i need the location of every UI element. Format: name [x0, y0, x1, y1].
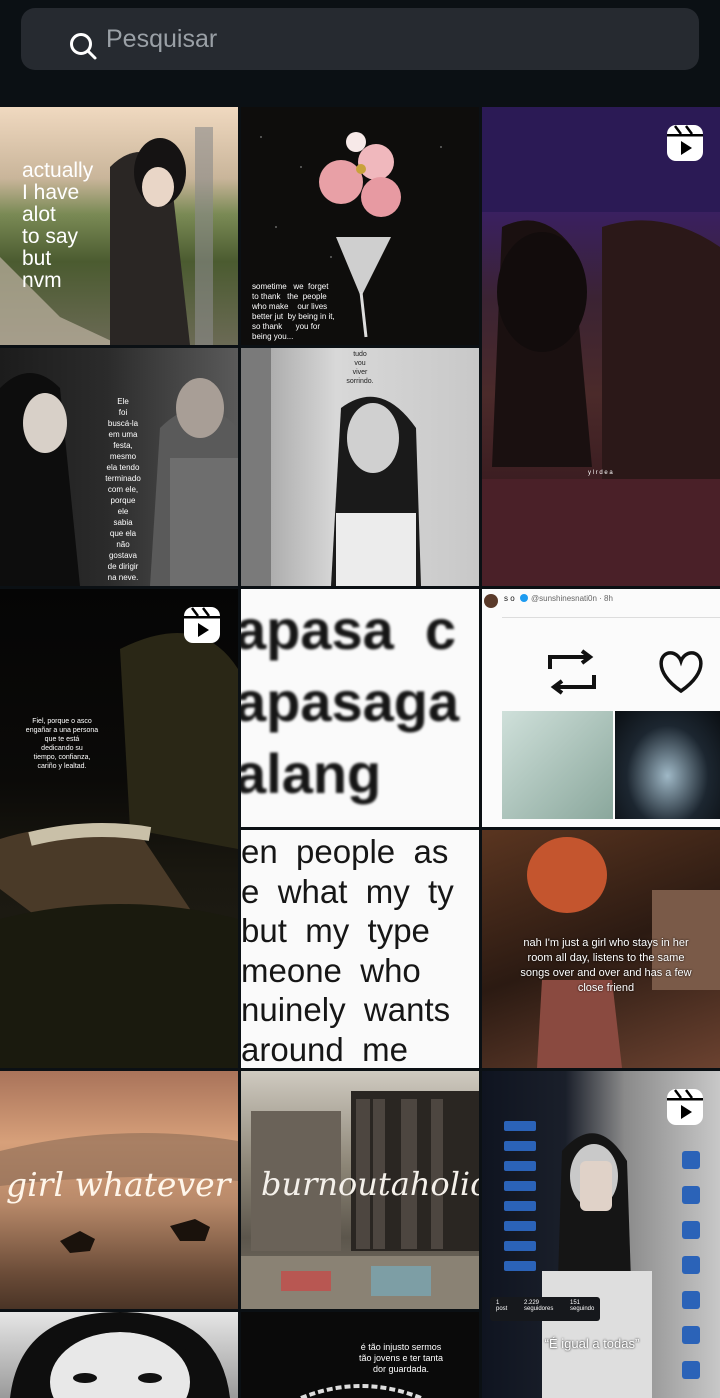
grid-post[interactable] — [0, 1312, 238, 1398]
post-image — [615, 711, 720, 819]
repost-icon — [548, 649, 596, 695]
post-caption: Ele foi buscá-la em uma festa, mesmo ela… — [105, 397, 141, 582]
avatar — [484, 594, 498, 608]
grid-reel[interactable]: y l r d e a — [482, 107, 720, 586]
top-bar — [0, 0, 720, 106]
post-image — [482, 107, 720, 586]
search-icon — [70, 33, 97, 60]
post-caption: apasa c apasaga alang — [241, 598, 460, 805]
grid-reel[interactable]: 1 post 2.229 seguidores 151 seguindo “É … — [482, 1071, 720, 1398]
post-caption: burnoutaholic — [261, 1165, 479, 1203]
post-caption: tudo vou viver sorrindo. — [346, 351, 374, 385]
search-input[interactable] — [106, 20, 666, 58]
grid-post[interactable]: apasa c apasaga alang — [241, 589, 479, 827]
post-caption: sometime we forget to thank the people w… — [252, 282, 335, 341]
post-image — [300, 1384, 422, 1398]
reel-icon — [667, 1089, 703, 1125]
post-caption: Fiel, porque o asco engañar a una person… — [25, 718, 99, 770]
grid-post[interactable]: burnoutaholic — [241, 1071, 479, 1309]
grid-post[interactable]: girl whatever — [0, 1071, 238, 1309]
search-bar[interactable] — [21, 8, 699, 70]
post-image — [502, 711, 613, 819]
grid-post[interactable]: en people as e what my ty but my type me… — [241, 830, 479, 1068]
grid-post[interactable]: s o @sunshinesnati0n · 8h — [482, 589, 720, 827]
grid-post[interactable]: é tão injusto sermos tão jovens e ter ta… — [241, 1312, 479, 1398]
post-image — [10, 1312, 230, 1398]
profile-stats: 1 post 2.229 seguidores 151 seguindo — [490, 1297, 600, 1321]
post-caption: en people as e what my ty but my type me… — [241, 833, 454, 1068]
post-caption: “É igual a todas” — [544, 1336, 640, 1351]
grid-post[interactable]: sometime we forget to thank the people w… — [241, 107, 479, 345]
post-caption: actually I have alot to say but nvm — [22, 159, 94, 292]
grid-post[interactable]: Ele foi buscá-la em uma festa, mesmo ela… — [0, 348, 238, 586]
post-caption: nah I'm just a girl who stays in her roo… — [520, 937, 692, 994]
grid-reel[interactable]: Fiel, porque o asco engañar a una person… — [0, 589, 238, 1068]
post-handle: @sunshinesnati0n · 8h — [531, 594, 613, 603]
grid-post[interactable]: tudo vou viver sorrindo. — [241, 348, 479, 586]
post-caption: y l r d e a — [588, 470, 613, 476]
username: s o — [504, 594, 515, 603]
post-image — [0, 633, 238, 1068]
post-caption: girl whatever — [6, 1165, 231, 1204]
grid-post[interactable]: nah I'm just a girl who stays in her roo… — [482, 830, 720, 1068]
verified-badge-icon — [520, 594, 528, 602]
grid-post[interactable]: actually I have alot to say but nvm — [0, 107, 238, 345]
heart-icon — [659, 651, 703, 694]
reel-icon — [184, 607, 220, 643]
reel-icon — [667, 125, 703, 161]
